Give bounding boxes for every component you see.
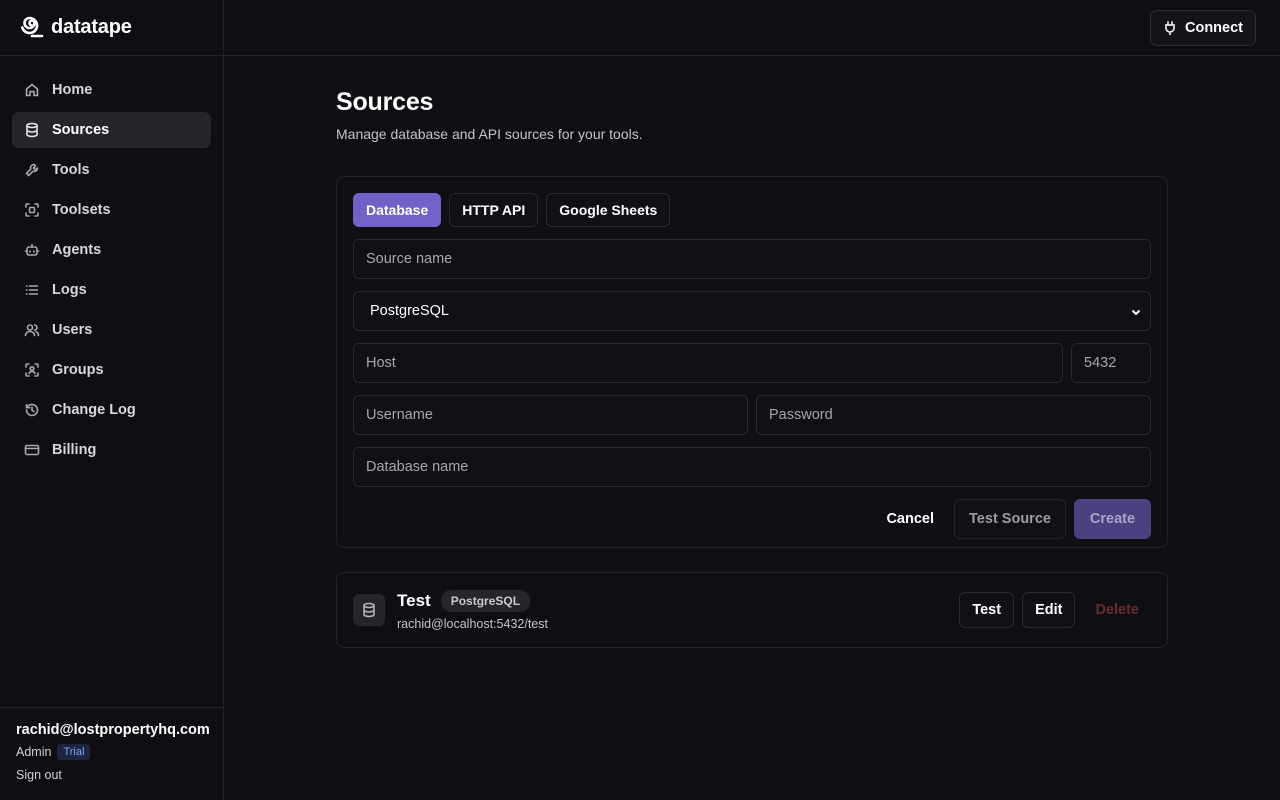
sidebar-item-toolsets[interactable]: Toolsets <box>12 192 211 228</box>
user-panel: rachid@lostpropertyhq.com Admin Trial Si… <box>0 707 223 800</box>
source-test-button[interactable]: Test <box>959 592 1015 628</box>
connect-button[interactable]: Connect <box>1150 10 1256 46</box>
sidebar-item-label: Toolsets <box>52 202 111 218</box>
db-type-value: PostgreSQL <box>370 303 449 319</box>
sidebar-item-label: Home <box>52 82 93 98</box>
sidebar-item-label: Logs <box>52 282 87 298</box>
source-card: Test PostgreSQL rachid@localhost:5432/te… <box>336 572 1168 648</box>
host-input[interactable] <box>353 343 1063 383</box>
db-type-select[interactable]: PostgreSQL <box>353 291 1151 331</box>
sidebar: datatape Home Sources Tools Toolsets Age… <box>0 0 224 800</box>
brand-name: datatape <box>51 16 132 38</box>
wrench-icon <box>25 163 39 177</box>
sidebar-item-label: Change Log <box>52 402 136 418</box>
scan-icon <box>25 203 39 217</box>
sidebar-item-label: Billing <box>52 442 97 458</box>
tab-http-api[interactable]: HTTP API <box>449 193 539 227</box>
db-type-select-wrap: PostgreSQL <box>353 291 1151 331</box>
main-content: Sources Manage database and API sources … <box>336 88 1168 648</box>
sidebar-item-change-log[interactable]: Change Log <box>12 392 211 428</box>
database-name-input[interactable] <box>353 447 1151 487</box>
form-actions: Cancel Test Source Create <box>353 499 1151 539</box>
history-icon <box>25 403 39 417</box>
user-role-row: Admin Trial <box>16 744 207 760</box>
plug-icon <box>1165 21 1175 35</box>
sidebar-item-label: Agents <box>52 242 102 258</box>
source-database-icon <box>353 594 385 626</box>
sidebar-item-sources[interactable]: Sources <box>12 112 211 148</box>
brand[interactable]: datatape <box>0 0 223 56</box>
page-title: Sources <box>336 88 434 116</box>
page-subtitle: Manage database and API sources for your… <box>336 126 643 142</box>
users-icon <box>24 324 40 337</box>
credit-card-icon <box>24 444 40 456</box>
sidebar-item-groups[interactable]: Groups <box>12 352 211 388</box>
source-type-tabs: Database HTTP API Google Sheets <box>353 193 1151 227</box>
source-delete-button[interactable]: Delete <box>1083 592 1151 628</box>
source-info: Test PostgreSQL rachid@localhost:5432/te… <box>397 589 548 631</box>
cancel-button[interactable]: Cancel <box>874 511 946 527</box>
sidebar-item-label: Users <box>52 322 93 338</box>
sidebar-item-logs[interactable]: Logs <box>12 272 211 308</box>
sidebar-item-billing[interactable]: Billing <box>12 432 211 468</box>
sidebar-item-label: Groups <box>52 362 104 378</box>
tab-google-sheets[interactable]: Google Sheets <box>546 193 671 227</box>
sidebar-item-tools[interactable]: Tools <box>12 152 211 188</box>
sidebar-item-users[interactable]: Users <box>12 312 211 348</box>
user-scan-icon <box>25 363 39 377</box>
source-actions: Test Edit Delete <box>959 592 1151 628</box>
username-input[interactable] <box>353 395 748 435</box>
source-name-input[interactable] <box>353 239 1151 279</box>
sidebar-item-label: Tools <box>52 162 90 178</box>
chevron-down-icon <box>1131 305 1141 316</box>
database-icon <box>363 602 375 618</box>
source-connection-string: rachid@localhost:5432/test <box>397 616 548 631</box>
password-input[interactable] <box>756 395 1151 435</box>
source-edit-button[interactable]: Edit <box>1022 592 1076 628</box>
bot-icon <box>24 243 40 256</box>
user-email: rachid@lostpropertyhq.com <box>16 722 210 738</box>
source-name: Test <box>397 590 431 610</box>
trial-badge: Trial <box>57 744 91 760</box>
spiral-logo-icon <box>19 12 45 43</box>
sidebar-item-home[interactable]: Home <box>12 72 211 108</box>
sidebar-item-label: Sources <box>52 122 110 138</box>
topbar: Connect <box>224 0 1280 56</box>
sidebar-item-agents[interactable]: Agents <box>12 232 211 268</box>
source-title-row: Test PostgreSQL <box>397 589 548 612</box>
tab-database[interactable]: Database <box>353 193 442 227</box>
connect-label: Connect <box>1185 20 1243 36</box>
source-type-badge: PostgreSQL <box>440 589 531 612</box>
create-button[interactable]: Create <box>1074 499 1151 539</box>
user-role: Admin <box>16 745 52 759</box>
sign-out-link[interactable]: Sign out <box>16 768 62 782</box>
sidebar-nav: Home Sources Tools Toolsets Agents Logs … <box>0 56 223 468</box>
database-icon <box>26 122 38 138</box>
test-source-button[interactable]: Test Source <box>954 499 1066 539</box>
list-icon <box>25 285 39 295</box>
port-input[interactable] <box>1071 343 1151 383</box>
new-source-form: Database HTTP API Google Sheets PostgreS… <box>336 176 1168 548</box>
home-icon <box>25 83 39 97</box>
